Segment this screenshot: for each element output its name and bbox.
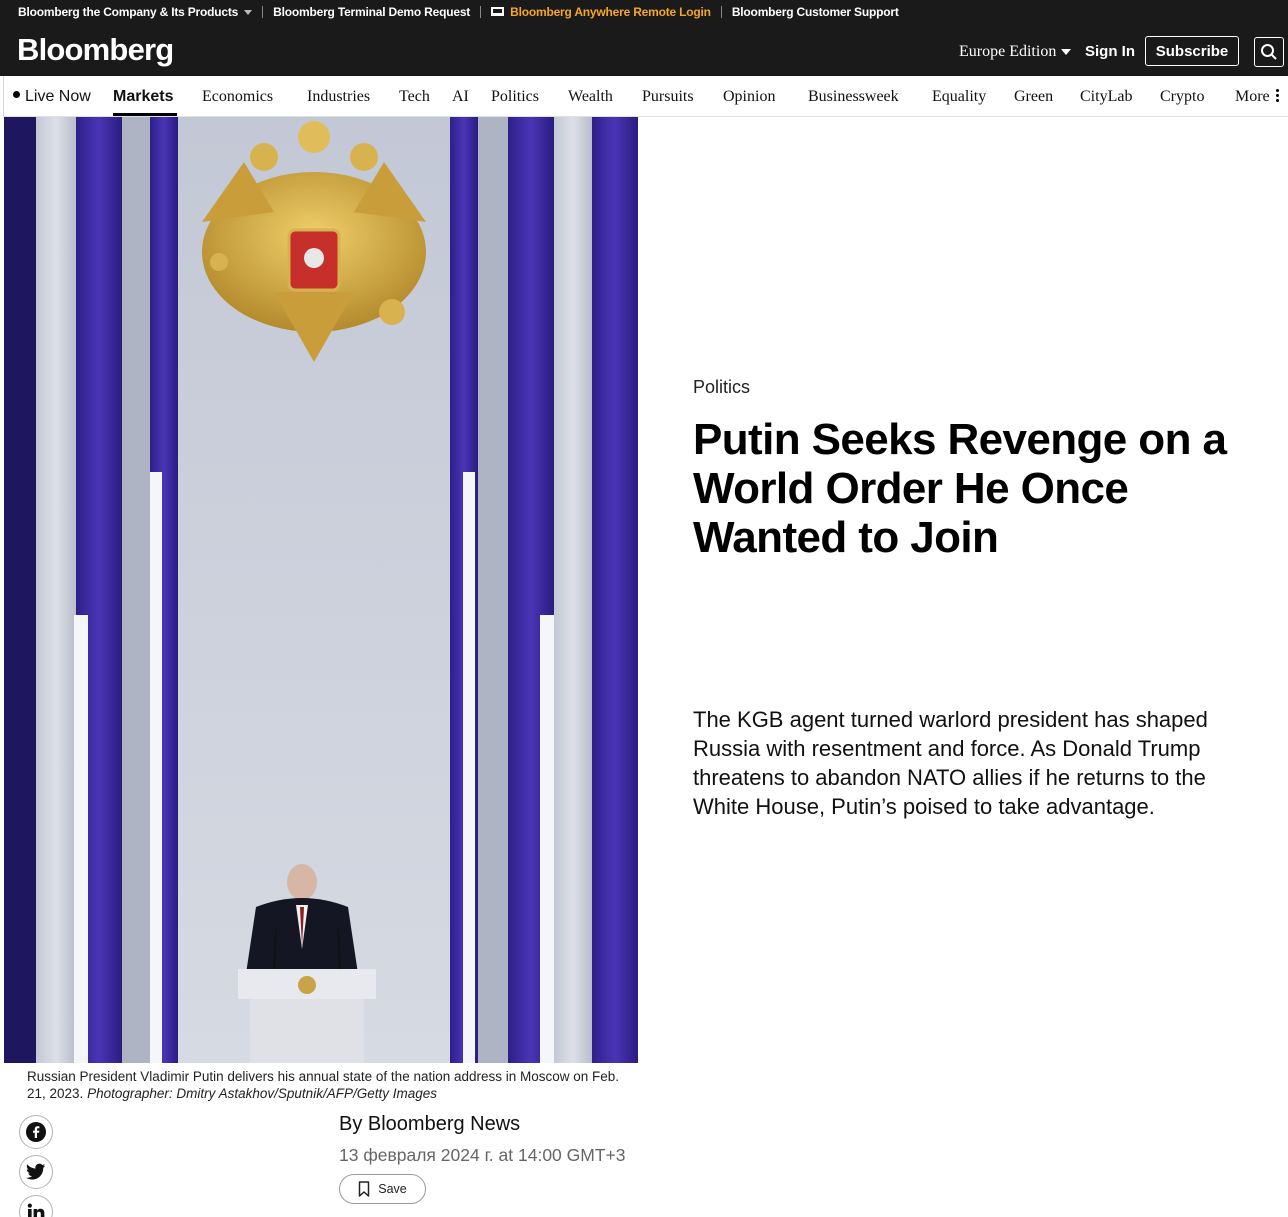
divider [262,6,264,18]
article-headline: Putin Seeks Revenge on a World Order He … [693,415,1227,562]
divider [720,6,722,18]
hero-photo [4,117,638,1063]
bloomberg-logo[interactable]: Bloomberg [17,32,174,68]
divider [480,6,482,18]
nav-item-green[interactable]: Green [1014,88,1053,106]
nav-item-citylab[interactable]: CityLab [1080,88,1132,106]
bookmark-icon [359,1181,370,1197]
facebook-icon [26,1122,46,1142]
hero-photo-illustration [4,117,638,1063]
active-tab-indicator [113,113,177,116]
nav-item-markets[interactable]: Markets [113,88,173,106]
article-byline[interactable]: By Bloomberg News [339,1113,520,1136]
nav-item-ai[interactable]: AI [452,88,469,106]
nav-item-equality[interactable]: Equality [932,88,986,106]
nav-item-crypto[interactable]: Crypto [1160,88,1204,106]
nav-item-opinion[interactable]: Opinion [723,88,775,106]
customer-support-link[interactable]: Bloomberg Customer Support [732,5,899,19]
live-now-label: Live Now [25,88,91,105]
chevron-down-icon [244,10,253,16]
photo-credit: Photographer: Dmitry Astakhov/Sputnik/AF… [87,1086,437,1101]
nav-live-now[interactable]: Live Now [13,88,91,106]
terminal-demo-link[interactable]: Bloomberg Terminal Demo Request [273,5,470,19]
article-category[interactable]: Politics [693,377,750,398]
edition-selector[interactable]: Europe Edition [959,43,1072,61]
company-products-label: Bloomberg the Company & Its Products [18,5,239,19]
linkedin-icon [27,1203,45,1217]
sign-in-link[interactable]: Sign In [1085,43,1135,60]
utility-bar: Bloomberg the Company & Its Products Blo… [0,0,1288,24]
nav-item-pursuits[interactable]: Pursuits [642,88,694,106]
nav-item-politics[interactable]: Politics [491,88,539,106]
nav-item-economics[interactable]: Economics [202,88,273,106]
nav-item-industries[interactable]: Industries [307,88,370,106]
nav-item-businessweek[interactable]: Businessweek [808,88,899,106]
share-twitter-button[interactable] [19,1155,53,1189]
anywhere-login-label: Bloomberg Anywhere Remote Login [510,5,711,19]
edition-label: Europe Edition [959,43,1057,60]
monitor-icon [491,7,505,17]
share-linkedin-button[interactable] [19,1195,53,1217]
subscribe-button[interactable]: Subscribe [1145,36,1239,66]
chevron-down-icon [1061,49,1072,55]
nav-item-wealth[interactable]: Wealth [568,88,613,106]
article-dek: The KGB agent turned warlord president h… [693,707,1208,819]
section-nav: Live Now Markets Economics Industries Te… [3,76,1288,117]
company-products-link[interactable]: Bloomberg the Company & Its Products [18,5,253,19]
publish-datetime: 13 февраля 2024 г. at 14:00 GMT+3 [339,1145,626,1165]
more-dots-icon [1275,87,1279,104]
save-label: Save [378,1182,407,1196]
live-dot-icon [13,91,20,99]
nav-item-tech[interactable]: Tech [399,88,430,106]
anywhere-login-link[interactable]: Bloomberg Anywhere Remote Login [491,5,711,19]
search-icon [1261,44,1277,60]
save-button[interactable]: Save [339,1174,426,1204]
twitter-icon [26,1163,46,1180]
site-header: Bloomberg Europe Edition Sign In Subscri… [0,24,1288,76]
search-button[interactable] [1254,37,1284,67]
nav-item-more[interactable]: More [1235,88,1279,106]
photo-caption: Russian President Vladimir Putin deliver… [27,1068,627,1102]
more-label: More [1235,88,1270,105]
share-facebook-button[interactable] [19,1115,53,1149]
